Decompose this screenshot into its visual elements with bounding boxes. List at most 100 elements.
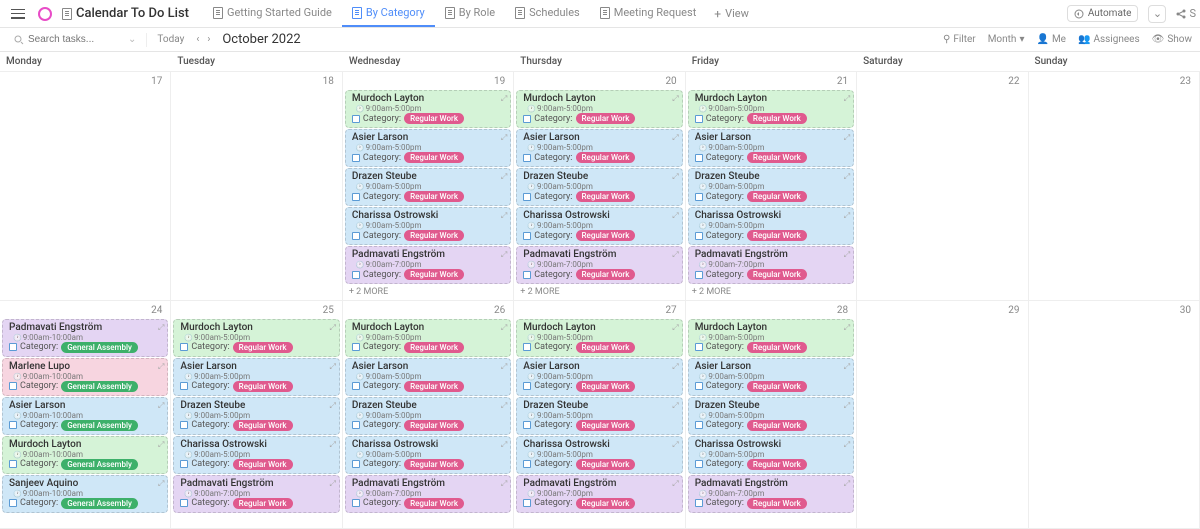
expand-icon[interactable]: ⤢ xyxy=(501,323,507,333)
event-card[interactable]: ⤢ Drazen Steube 9:00am-5:00pm Category: … xyxy=(173,397,339,435)
event-card[interactable]: ⤢ Padmavati Engström 9:00am-7:00pm Categ… xyxy=(173,475,339,513)
expand-icon[interactable]: ⤢ xyxy=(672,172,678,182)
expand-icon[interactable]: ⤢ xyxy=(329,440,335,450)
event-card[interactable]: ⤢ Murdoch Layton 9:00am-10:00am Category… xyxy=(2,436,168,474)
expand-icon[interactable]: ⤢ xyxy=(672,323,678,333)
event-card[interactable]: ⤢ Murdoch Layton 9:00am-5:00pm Category:… xyxy=(345,319,511,357)
expand-icon[interactable]: ⤢ xyxy=(672,133,678,143)
me-filter[interactable]: 👤Me xyxy=(1036,34,1066,45)
event-card[interactable]: ⤢ Padmavati Engström 9:00am-7:00pm Categ… xyxy=(688,475,854,513)
expand-icon[interactable]: ⤢ xyxy=(158,440,164,450)
day-cell-21[interactable]: 21 ⤢ Murdoch Layton 9:00am-5:00pm Catego… xyxy=(686,72,857,301)
expand-icon[interactable]: ⤢ xyxy=(501,133,507,143)
expand-icon[interactable]: ⤢ xyxy=(672,94,678,104)
event-card[interactable]: ⤢ Asier Larson 9:00am-5:00pm Category: R… xyxy=(345,358,511,396)
prev-month[interactable]: ‹ xyxy=(192,34,203,45)
day-cell-18[interactable]: 18 xyxy=(171,72,342,301)
tab-by-category[interactable]: By Category xyxy=(342,0,435,27)
share-button[interactable]: S xyxy=(1176,7,1196,20)
expand-icon[interactable]: ⤢ xyxy=(844,323,850,333)
event-card[interactable]: ⤢ Murdoch Layton 9:00am-5:00pm Category:… xyxy=(516,319,682,357)
event-card[interactable]: ⤢ Sanjeev Aquino 9:00am-10:00am Category… xyxy=(2,475,168,513)
search-dropdown[interactable]: ⌄ xyxy=(128,34,136,45)
event-card[interactable]: ⤢ Charissa Ostrowski 9:00am-5:00pm Categ… xyxy=(516,436,682,474)
event-card[interactable]: ⤢ Asier Larson 9:00am-5:00pm Category: R… xyxy=(345,129,511,167)
event-card[interactable]: ⤢ Padmavati Engström 9:00am-7:00pm Categ… xyxy=(345,246,511,284)
event-card[interactable]: ⤢ Charissa Ostrowski 9:00am-5:00pm Categ… xyxy=(688,436,854,474)
event-card[interactable]: ⤢ Murdoch Layton 9:00am-5:00pm Category:… xyxy=(345,90,511,128)
event-card[interactable]: ⤢ Asier Larson 9:00am-5:00pm Category: R… xyxy=(688,358,854,396)
expand-icon[interactable]: ⤢ xyxy=(672,479,678,489)
expand-icon[interactable]: ⤢ xyxy=(501,479,507,489)
event-card[interactable]: ⤢ Padmavati Engström 9:00am-7:00pm Categ… xyxy=(516,475,682,513)
expand-icon[interactable]: ⤢ xyxy=(672,211,678,221)
event-card[interactable]: ⤢ Drazen Steube 9:00am-5:00pm Category: … xyxy=(688,397,854,435)
expand-icon[interactable]: ⤢ xyxy=(329,323,335,333)
expand-icon[interactable]: ⤢ xyxy=(158,323,164,333)
event-card[interactable]: ⤢ Drazen Steube 9:00am-5:00pm Category: … xyxy=(345,168,511,206)
event-card[interactable]: ⤢ Charissa Ostrowski 9:00am-5:00pm Categ… xyxy=(173,436,339,474)
more-events[interactable]: + 2 MORE xyxy=(688,285,854,299)
event-card[interactable]: ⤢ Charissa Ostrowski 9:00am-5:00pm Categ… xyxy=(688,207,854,245)
expand-icon[interactable]: ⤢ xyxy=(501,250,507,260)
event-card[interactable]: ⤢ Drazen Steube 9:00am-5:00pm Category: … xyxy=(688,168,854,206)
tab-meeting-request[interactable]: Meeting Request xyxy=(590,0,707,27)
event-card[interactable]: ⤢ Charissa Ostrowski 9:00am-5:00pm Categ… xyxy=(516,207,682,245)
event-card[interactable]: ⤢ Marlene Lupo 9:00am-10:00am Category: … xyxy=(2,358,168,396)
day-cell-19[interactable]: 19 ⤢ Murdoch Layton 9:00am-5:00pm Catego… xyxy=(343,72,514,301)
expand-icon[interactable]: ⤢ xyxy=(501,172,507,182)
tab-by-role[interactable]: By Role xyxy=(435,0,505,27)
day-cell-27[interactable]: 27 ⤢ Murdoch Layton 9:00am-5:00pm Catego… xyxy=(514,301,685,529)
expand-icon[interactable]: ⤢ xyxy=(844,440,850,450)
event-card[interactable]: ⤢ Padmavati Engström 9:00am-7:00pm Categ… xyxy=(688,246,854,284)
day-cell-25[interactable]: 25 ⤢ Murdoch Layton 9:00am-5:00pm Catego… xyxy=(171,301,342,529)
event-card[interactable]: ⤢ Drazen Steube 9:00am-5:00pm Category: … xyxy=(345,397,511,435)
day-cell-28[interactable]: 28 ⤢ Murdoch Layton 9:00am-5:00pm Catego… xyxy=(686,301,857,529)
event-card[interactable]: ⤢ Asier Larson 9:00am-5:00pm Category: R… xyxy=(173,358,339,396)
expand-icon[interactable]: ⤢ xyxy=(158,401,164,411)
search-input[interactable] xyxy=(28,34,128,45)
expand-icon[interactable]: ⤢ xyxy=(672,362,678,372)
expand-icon[interactable]: ⤢ xyxy=(844,133,850,143)
expand-icon[interactable]: ⤢ xyxy=(329,362,335,372)
event-card[interactable]: ⤢ Asier Larson 9:00am-5:00pm Category: R… xyxy=(516,358,682,396)
add-view-button[interactable]: +View xyxy=(706,7,757,21)
expand-icon[interactable]: ⤢ xyxy=(844,94,850,104)
day-cell-24[interactable]: 24 ⤢ Padmavati Engström 9:00am-10:00am C… xyxy=(0,301,171,529)
event-card[interactable]: ⤢ Asier Larson 9:00am-10:00am Category: … xyxy=(2,397,168,435)
tab-schedules[interactable]: Schedules xyxy=(505,0,590,27)
event-card[interactable]: ⤢ Drazen Steube 9:00am-5:00pm Category: … xyxy=(516,397,682,435)
expand-icon[interactable]: ⤢ xyxy=(844,172,850,182)
day-cell-22[interactable]: 22 xyxy=(857,72,1028,301)
expand-icon[interactable]: ⤢ xyxy=(844,250,850,260)
day-cell-29[interactable]: 29 xyxy=(857,301,1028,529)
event-card[interactable]: ⤢ Padmavati Engström 9:00am-10:00am Cate… xyxy=(2,319,168,357)
more-events[interactable]: + 2 MORE xyxy=(345,285,511,299)
filter-button[interactable]: ⚲Filter xyxy=(943,34,976,45)
expand-icon[interactable]: ⤢ xyxy=(844,211,850,221)
expand-icon[interactable]: ⤢ xyxy=(672,440,678,450)
event-card[interactable]: ⤢ Asier Larson 9:00am-5:00pm Category: R… xyxy=(516,129,682,167)
event-card[interactable]: ⤢ Murdoch Layton 9:00am-5:00pm Category:… xyxy=(173,319,339,357)
expand-icon[interactable]: ⤢ xyxy=(844,479,850,489)
menu-button[interactable] xyxy=(4,0,32,28)
day-cell-23[interactable]: 23 xyxy=(1029,72,1200,301)
day-cell-17[interactable]: 17 xyxy=(0,72,171,301)
event-card[interactable]: ⤢ Asier Larson 9:00am-5:00pm Category: R… xyxy=(688,129,854,167)
expand-icon[interactable]: ⤢ xyxy=(329,401,335,411)
event-card[interactable]: ⤢ Drazen Steube 9:00am-5:00pm Category: … xyxy=(516,168,682,206)
event-card[interactable]: ⤢ Padmavati Engström 9:00am-7:00pm Categ… xyxy=(345,475,511,513)
month-selector[interactable]: Month▾ xyxy=(988,34,1025,45)
expand-icon[interactable]: ⤢ xyxy=(329,479,335,489)
day-cell-30[interactable]: 30 xyxy=(1029,301,1200,529)
next-month[interactable]: › xyxy=(203,34,214,45)
expand-icon[interactable]: ⤢ xyxy=(158,362,164,372)
expand-icon[interactable]: ⤢ xyxy=(501,211,507,221)
automate-dropdown[interactable]: ⌄ xyxy=(1148,5,1166,23)
expand-icon[interactable]: ⤢ xyxy=(672,401,678,411)
event-card[interactable]: ⤢ Murdoch Layton 9:00am-5:00pm Category:… xyxy=(688,319,854,357)
day-cell-26[interactable]: 26 ⤢ Murdoch Layton 9:00am-5:00pm Catego… xyxy=(343,301,514,529)
expand-icon[interactable]: ⤢ xyxy=(501,362,507,372)
expand-icon[interactable]: ⤢ xyxy=(501,94,507,104)
event-card[interactable]: ⤢ Charissa Ostrowski 9:00am-5:00pm Categ… xyxy=(345,436,511,474)
